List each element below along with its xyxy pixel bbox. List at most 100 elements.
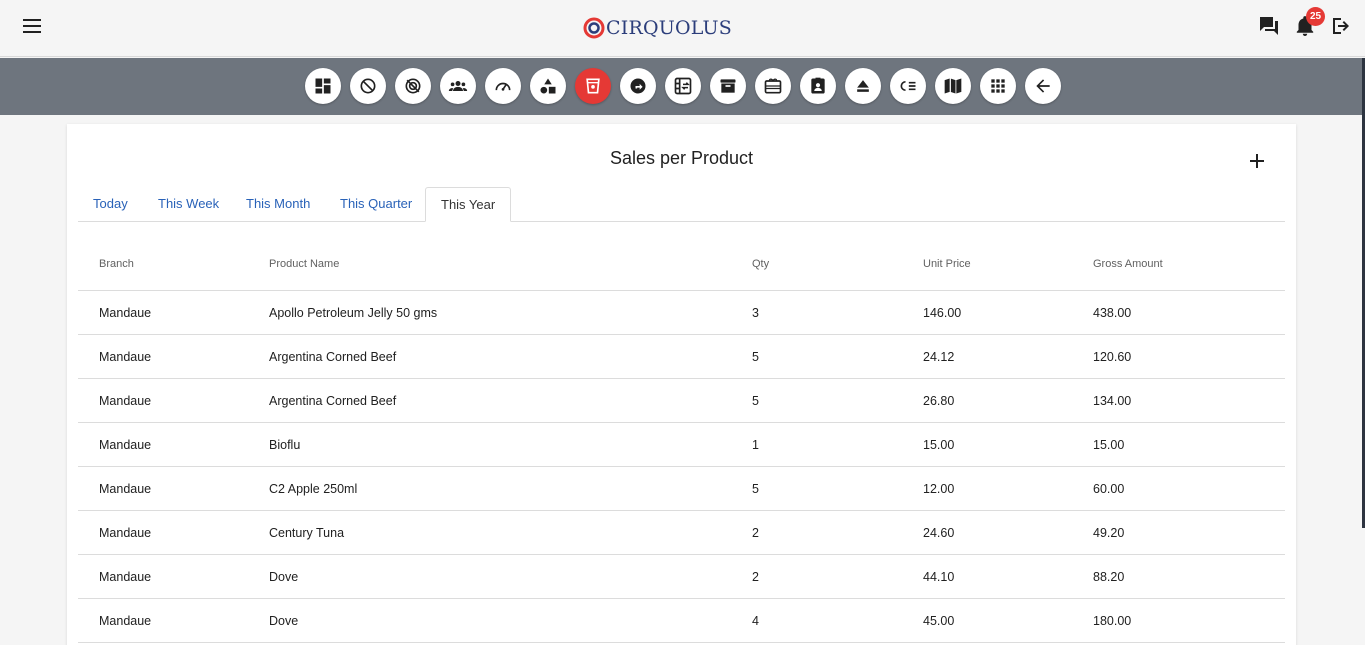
archive-tool-button[interactable]	[710, 68, 746, 104]
chat-icon[interactable]	[1257, 14, 1281, 38]
cup-tool-button[interactable]	[575, 68, 611, 104]
table-row[interactable]: Mandaue Argentina Corned Beef 5 24.12 120.60	[78, 335, 1285, 379]
directions-tool-button[interactable]	[620, 68, 656, 104]
unit-price-cell: 24.60	[923, 526, 955, 540]
branch-cell: Mandaue	[99, 306, 152, 320]
sales-table: Branch Product Name Qty Unit Price Gross…	[78, 222, 1285, 643]
table-header: Branch Product Name Qty Unit Price Gross…	[78, 222, 1285, 291]
column-header-product-name[interactable]: Product Name	[269, 258, 339, 270]
no-signal-icon	[405, 78, 421, 94]
product-name-cell: Bioflu	[269, 438, 301, 452]
no-signal-tool-button[interactable]	[395, 68, 431, 104]
tab-this-quarter[interactable]: This Quarter	[325, 187, 427, 222]
table-body: Mandaue Apollo Petroleum Jelly 50 gms 3 146…	[78, 291, 1285, 643]
product-name-cell: Argentina Corned Beef	[269, 350, 397, 364]
shapes-tool-button[interactable]	[530, 68, 566, 104]
qty-cell: 2	[752, 570, 759, 584]
product-name-cell: Apollo Petroleum Jelly 50 gms	[269, 306, 438, 320]
speed-tool-button[interactable]	[485, 68, 521, 104]
table-row[interactable]: Mandaue Dove 4 45.00 180.00	[78, 599, 1285, 643]
unit-price-cell: 44.10	[923, 570, 955, 584]
table-row[interactable]: Mandaue Argentina Corned Beef 5 26.80 134.00	[78, 379, 1285, 423]
eject-tool-button[interactable]	[845, 68, 881, 104]
product-name-cell: Dove	[269, 614, 299, 628]
branch-cell: Mandaue	[99, 614, 152, 628]
column-header-gross-amount[interactable]: Gross Amount	[1093, 258, 1163, 270]
qty-cell: 3	[752, 306, 759, 320]
branch-cell: Mandaue	[99, 350, 152, 364]
back-arrow-tool-button[interactable]	[1025, 68, 1061, 104]
gift-card-tool-button[interactable]	[755, 68, 791, 104]
unit-price-cell: 146.00	[923, 306, 962, 320]
product-name-cell: Century Tuna	[269, 526, 345, 540]
logo-mark-icon	[583, 17, 605, 39]
table-row[interactable]: Mandaue Century Tuna 2 24.60 49.20	[78, 511, 1285, 555]
table-row[interactable]: Mandaue C2 Apple 250ml 5 12.00 60.00	[78, 467, 1285, 511]
tab-this-month[interactable]: This Month	[231, 187, 325, 222]
sales-report-card: Sales per Product Today This Week This M…	[67, 124, 1296, 645]
apps-grid-tool-button[interactable]	[980, 68, 1016, 104]
branch-cell: Mandaue	[99, 394, 152, 408]
gross-amount-cell: 120.60	[1093, 350, 1132, 364]
qty-cell: 5	[752, 482, 759, 496]
column-header-unit-price[interactable]: Unit Price	[923, 258, 971, 270]
speed-icon	[495, 82, 511, 91]
qty-cell: 5	[752, 350, 759, 364]
qty-cell: 4	[752, 614, 759, 628]
dashboard-icon	[315, 78, 331, 94]
table-row[interactable]: Mandaue Apollo Petroleum Jelly 50 gms 3 146…	[78, 291, 1285, 335]
unit-price-cell: 45.00	[923, 614, 955, 628]
swap-board-icon	[674, 77, 692, 95]
gross-amount-cell: 60.00	[1093, 482, 1125, 496]
gross-amount-cell: 438.00	[1093, 306, 1132, 320]
table-row[interactable]: Mandaue Dove 2 44.10 88.20	[78, 555, 1285, 599]
groups-tool-button[interactable]	[440, 68, 476, 104]
tab-today[interactable]: Today	[78, 187, 143, 222]
module-toolbar	[0, 58, 1365, 528]
page-title: Sales per Product	[609, 148, 754, 168]
qty-cell: 5	[752, 394, 759, 408]
period-tabs: Today This Week This Month This Quarter …	[78, 187, 1285, 222]
swap-board-tool-button[interactable]	[665, 68, 701, 104]
gross-amount-cell: 15.00	[1093, 438, 1125, 452]
gross-amount-cell: 180.00	[1093, 614, 1132, 628]
gross-amount-cell: 49.20	[1093, 526, 1125, 540]
branch-cell: Mandaue	[99, 482, 152, 496]
tab-this-week[interactable]: This Week	[143, 187, 234, 222]
table-row[interactable]: Mandaue Bioflu 1 15.00 15.00	[78, 423, 1285, 467]
tab-this-year[interactable]: This Year	[425, 187, 512, 222]
branch-cell: Mandaue	[99, 438, 152, 452]
map-book-tool-button[interactable]	[935, 68, 971, 104]
back-arrow-icon	[1036, 79, 1050, 93]
logo-text: CIRQUOLUS	[606, 17, 732, 39]
gross-amount-cell: 88.20	[1093, 570, 1125, 584]
dashboard-tool-button[interactable]	[305, 68, 341, 104]
branch-cell: Mandaue	[99, 526, 152, 540]
app-logo[interactable]: CIRQUOLUS	[583, 14, 732, 42]
unit-price-cell: 26.80	[923, 394, 955, 408]
groups-icon	[448, 81, 468, 91]
add-icon[interactable]	[1247, 151, 1267, 171]
eject-icon	[857, 80, 869, 92]
logout-icon[interactable]	[1329, 14, 1353, 38]
qty-cell: 1	[752, 438, 759, 452]
branch-cell: Mandaue	[99, 570, 152, 584]
unit-price-cell: 12.00	[923, 482, 955, 496]
gross-amount-cell: 134.00	[1093, 394, 1132, 408]
map-book-icon	[944, 78, 962, 94]
cup-icon	[586, 78, 600, 94]
menu-icon[interactable]	[20, 16, 44, 40]
badge-icon	[811, 77, 825, 94]
column-header-branch[interactable]: Branch	[99, 258, 134, 270]
product-name-cell: Argentina Corned Beef	[269, 394, 397, 408]
block-tool-button[interactable]	[350, 68, 386, 104]
shapes-icon	[540, 78, 556, 94]
badge-tool-button[interactable]	[800, 68, 836, 104]
qty-cell: 2	[752, 526, 759, 540]
notifications-icon[interactable]: 25	[1293, 7, 1325, 38]
unit-price-cell: 15.00	[923, 438, 955, 452]
column-header-qty[interactable]: Qty	[752, 258, 769, 270]
block-icon	[360, 78, 376, 94]
rule-tool-button[interactable]	[890, 68, 926, 104]
notification-count-badge: 25	[1306, 7, 1325, 26]
